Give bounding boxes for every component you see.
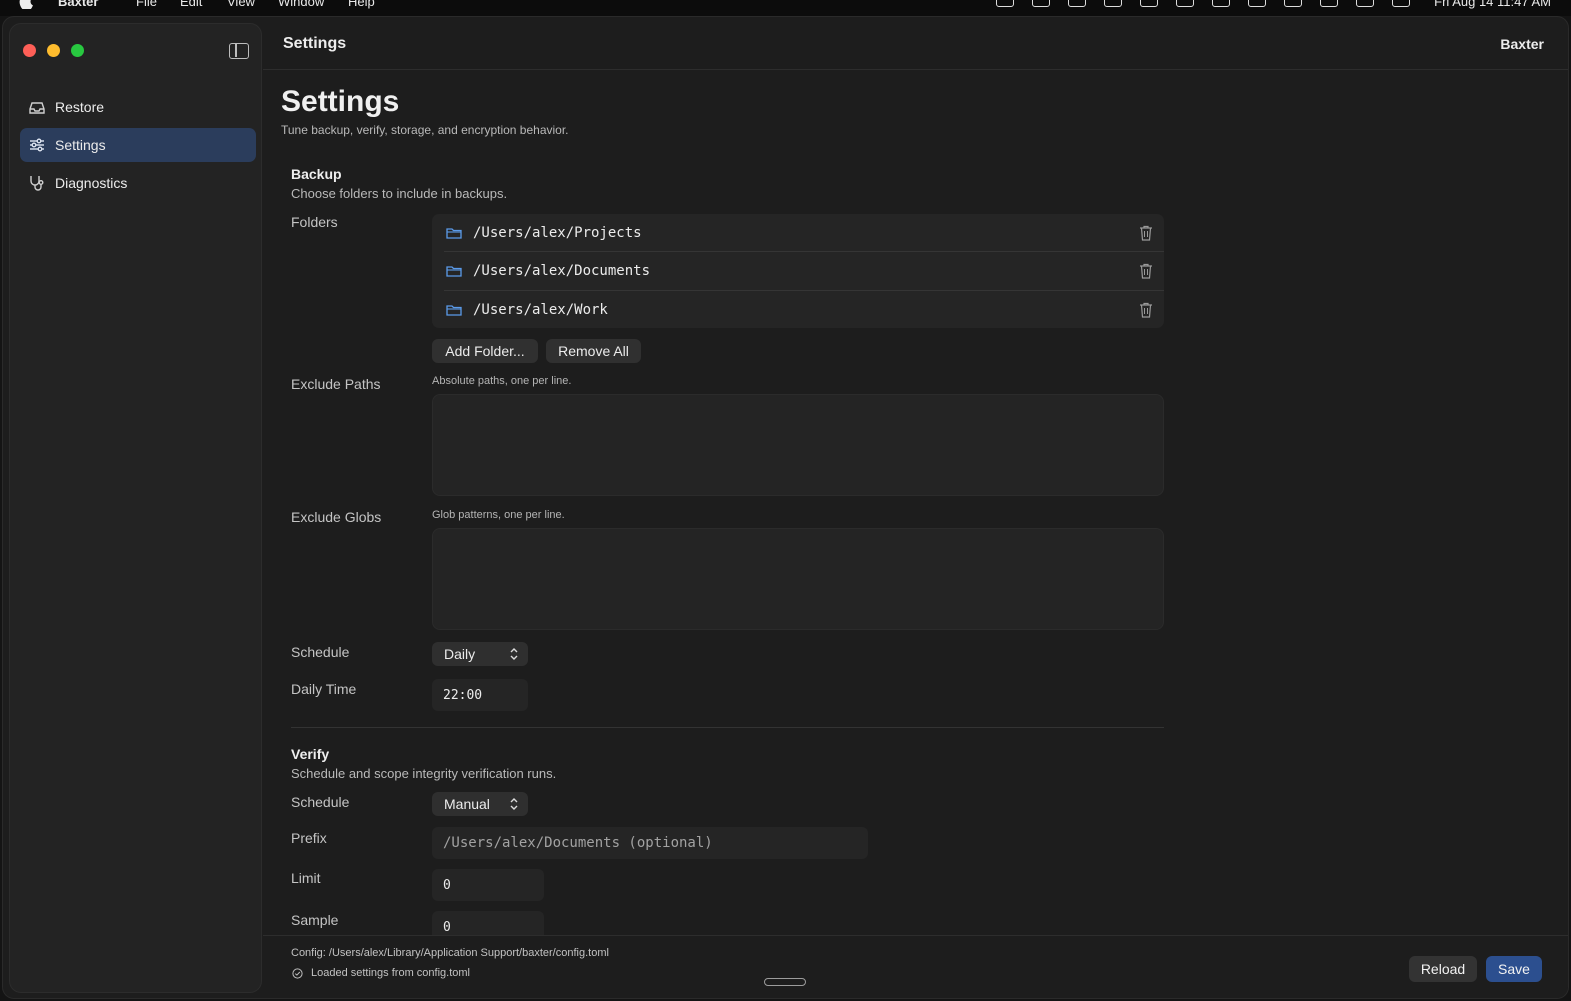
exclude-paths-label: Exclude Paths	[291, 376, 381, 392]
app-window: Restore Settings Diagnostics Settings Ba…	[2, 16, 1569, 999]
zoom-window-button[interactable]	[71, 44, 84, 57]
prefix-label: Prefix	[291, 830, 327, 846]
status-item-icon[interactable]	[1032, 0, 1051, 7]
status-message: Loaded settings from config.toml	[311, 967, 470, 979]
sidebar-toggle-icon[interactable]	[229, 43, 249, 59]
menu-help[interactable]: Help	[348, 0, 375, 9]
stethoscope-icon	[30, 176, 44, 191]
prefix-field[interactable]: /Users/alex/Documents (optional)	[432, 827, 868, 859]
config-path: Config: /Users/alex/Library/Application …	[291, 947, 609, 959]
window-controls	[23, 44, 84, 57]
menu-window[interactable]: Window	[278, 0, 324, 9]
status-item-icon[interactable]	[1320, 0, 1339, 7]
status-item-icon[interactable]	[996, 0, 1015, 7]
status-item-icon[interactable]	[1248, 0, 1267, 7]
sidebar-item-diagnostics[interactable]: Diagnostics	[20, 166, 256, 200]
trash-icon[interactable]	[1139, 302, 1153, 318]
menubar: Baxter File Edit View Window Help Fri Au…	[0, 0, 1571, 16]
verify-schedule-label: Schedule	[291, 794, 350, 810]
status-area: Fri Aug 14 11:47 AM	[996, 0, 1551, 9]
menu-edit[interactable]: Edit	[180, 0, 202, 9]
folder-path: /Users/alex/Work	[473, 302, 608, 318]
verify-section-title: Verify	[291, 746, 330, 762]
menu-view[interactable]: View	[227, 0, 255, 9]
trash-icon[interactable]	[1139, 225, 1153, 241]
remove-all-button[interactable]: Remove All	[546, 339, 641, 363]
trash-icon[interactable]	[1139, 263, 1153, 279]
status-item-icon[interactable]	[1068, 0, 1087, 7]
page-subtitle: Tune backup, verify, storage, and encryp…	[281, 123, 569, 137]
resize-handle[interactable]	[764, 978, 806, 986]
status-item-icon[interactable]	[1104, 0, 1123, 7]
sidebar-item-label: Settings	[55, 137, 106, 153]
status-item-icon[interactable]	[1176, 0, 1195, 7]
sidebar-item-label: Restore	[55, 99, 105, 115]
exclude-globs-label: Exclude Globs	[291, 509, 382, 525]
folder-row[interactable]: /Users/alex/Documents	[432, 252, 1164, 290]
add-folder-button[interactable]: Add Folder...	[432, 339, 538, 363]
sidebar-item-settings[interactable]: Settings	[20, 128, 256, 162]
menu-file[interactable]: File	[136, 0, 157, 9]
sample-field[interactable]: 0	[432, 911, 544, 935]
sidebar-item-label: Diagnostics	[55, 175, 128, 191]
search-icon[interactable]	[1356, 0, 1375, 7]
sample-label: Sample	[291, 912, 339, 928]
section-divider	[291, 727, 1164, 728]
settings-content[interactable]: Settings Tune backup, verify, storage, a…	[263, 71, 1568, 935]
folders-label: Folders	[291, 214, 338, 230]
sidebar: Restore Settings Diagnostics	[9, 23, 262, 993]
close-window-button[interactable]	[23, 44, 36, 57]
exclude-globs-hint: Glob patterns, one per line.	[432, 509, 565, 521]
daily-time-label: Daily Time	[291, 681, 357, 697]
control-center-icon[interactable]	[1392, 0, 1411, 7]
folder-list: /Users/alex/Projects /Users/alex/Documen…	[432, 214, 1164, 328]
backup-schedule-label: Schedule	[291, 644, 350, 660]
chevron-up-down-icon	[510, 648, 518, 660]
sliders-icon	[30, 138, 44, 152]
limit-label: Limit	[291, 870, 321, 886]
folder-path: /Users/alex/Projects	[473, 225, 642, 241]
verify-schedule-value: Manual	[444, 796, 490, 812]
menu-app-name[interactable]: Baxter	[58, 0, 98, 9]
folder-icon	[446, 228, 462, 239]
folder-icon	[446, 305, 462, 316]
folder-path: /Users/alex/Documents	[473, 263, 651, 279]
reload-button[interactable]: Reload	[1409, 956, 1477, 982]
page-title: Settings	[281, 85, 400, 118]
backup-schedule-select[interactable]: Daily	[432, 642, 528, 666]
folder-row[interactable]: /Users/alex/Work	[432, 291, 1164, 329]
status-item-icon[interactable]	[1284, 0, 1303, 7]
backup-schedule-value: Daily	[444, 646, 476, 662]
titlebar: Settings Baxter	[263, 17, 1568, 70]
checkmark-circle-icon	[292, 968, 303, 979]
daily-time-field[interactable]: 22:00	[432, 679, 528, 711]
status-item-icon[interactable]	[1140, 0, 1159, 7]
limit-field[interactable]: 0	[432, 869, 544, 901]
window-title: Settings	[283, 35, 347, 52]
app-label: Baxter	[1500, 36, 1544, 52]
apple-logo-icon[interactable]	[18, 0, 36, 9]
save-button[interactable]: Save	[1486, 956, 1542, 982]
backup-section-description: Choose folders to include in backups.	[291, 186, 508, 201]
backup-section-title: Backup	[291, 166, 342, 182]
exclude-paths-textarea[interactable]	[432, 394, 1164, 496]
sidebar-item-restore[interactable]: Restore	[20, 90, 256, 124]
verify-section-description: Schedule and scope integrity verificatio…	[291, 766, 557, 781]
chevron-up-down-icon	[510, 798, 518, 810]
sidebar-nav: Restore Settings Diagnostics	[20, 90, 256, 204]
menubar-clock[interactable]: Fri Aug 14 11:47 AM	[1434, 0, 1551, 9]
verify-schedule-select[interactable]: Manual	[432, 792, 528, 816]
folder-row[interactable]: /Users/alex/Projects	[432, 214, 1164, 252]
minimize-window-button[interactable]	[47, 44, 60, 57]
footer-bar: Config: /Users/alex/Library/Application …	[263, 935, 1568, 998]
folder-icon	[446, 266, 462, 277]
exclude-globs-textarea[interactable]	[432, 528, 1164, 630]
restore-icon	[29, 102, 45, 114]
exclude-paths-hint: Absolute paths, one per line.	[432, 375, 572, 387]
status-item-icon[interactable]	[1212, 0, 1231, 7]
